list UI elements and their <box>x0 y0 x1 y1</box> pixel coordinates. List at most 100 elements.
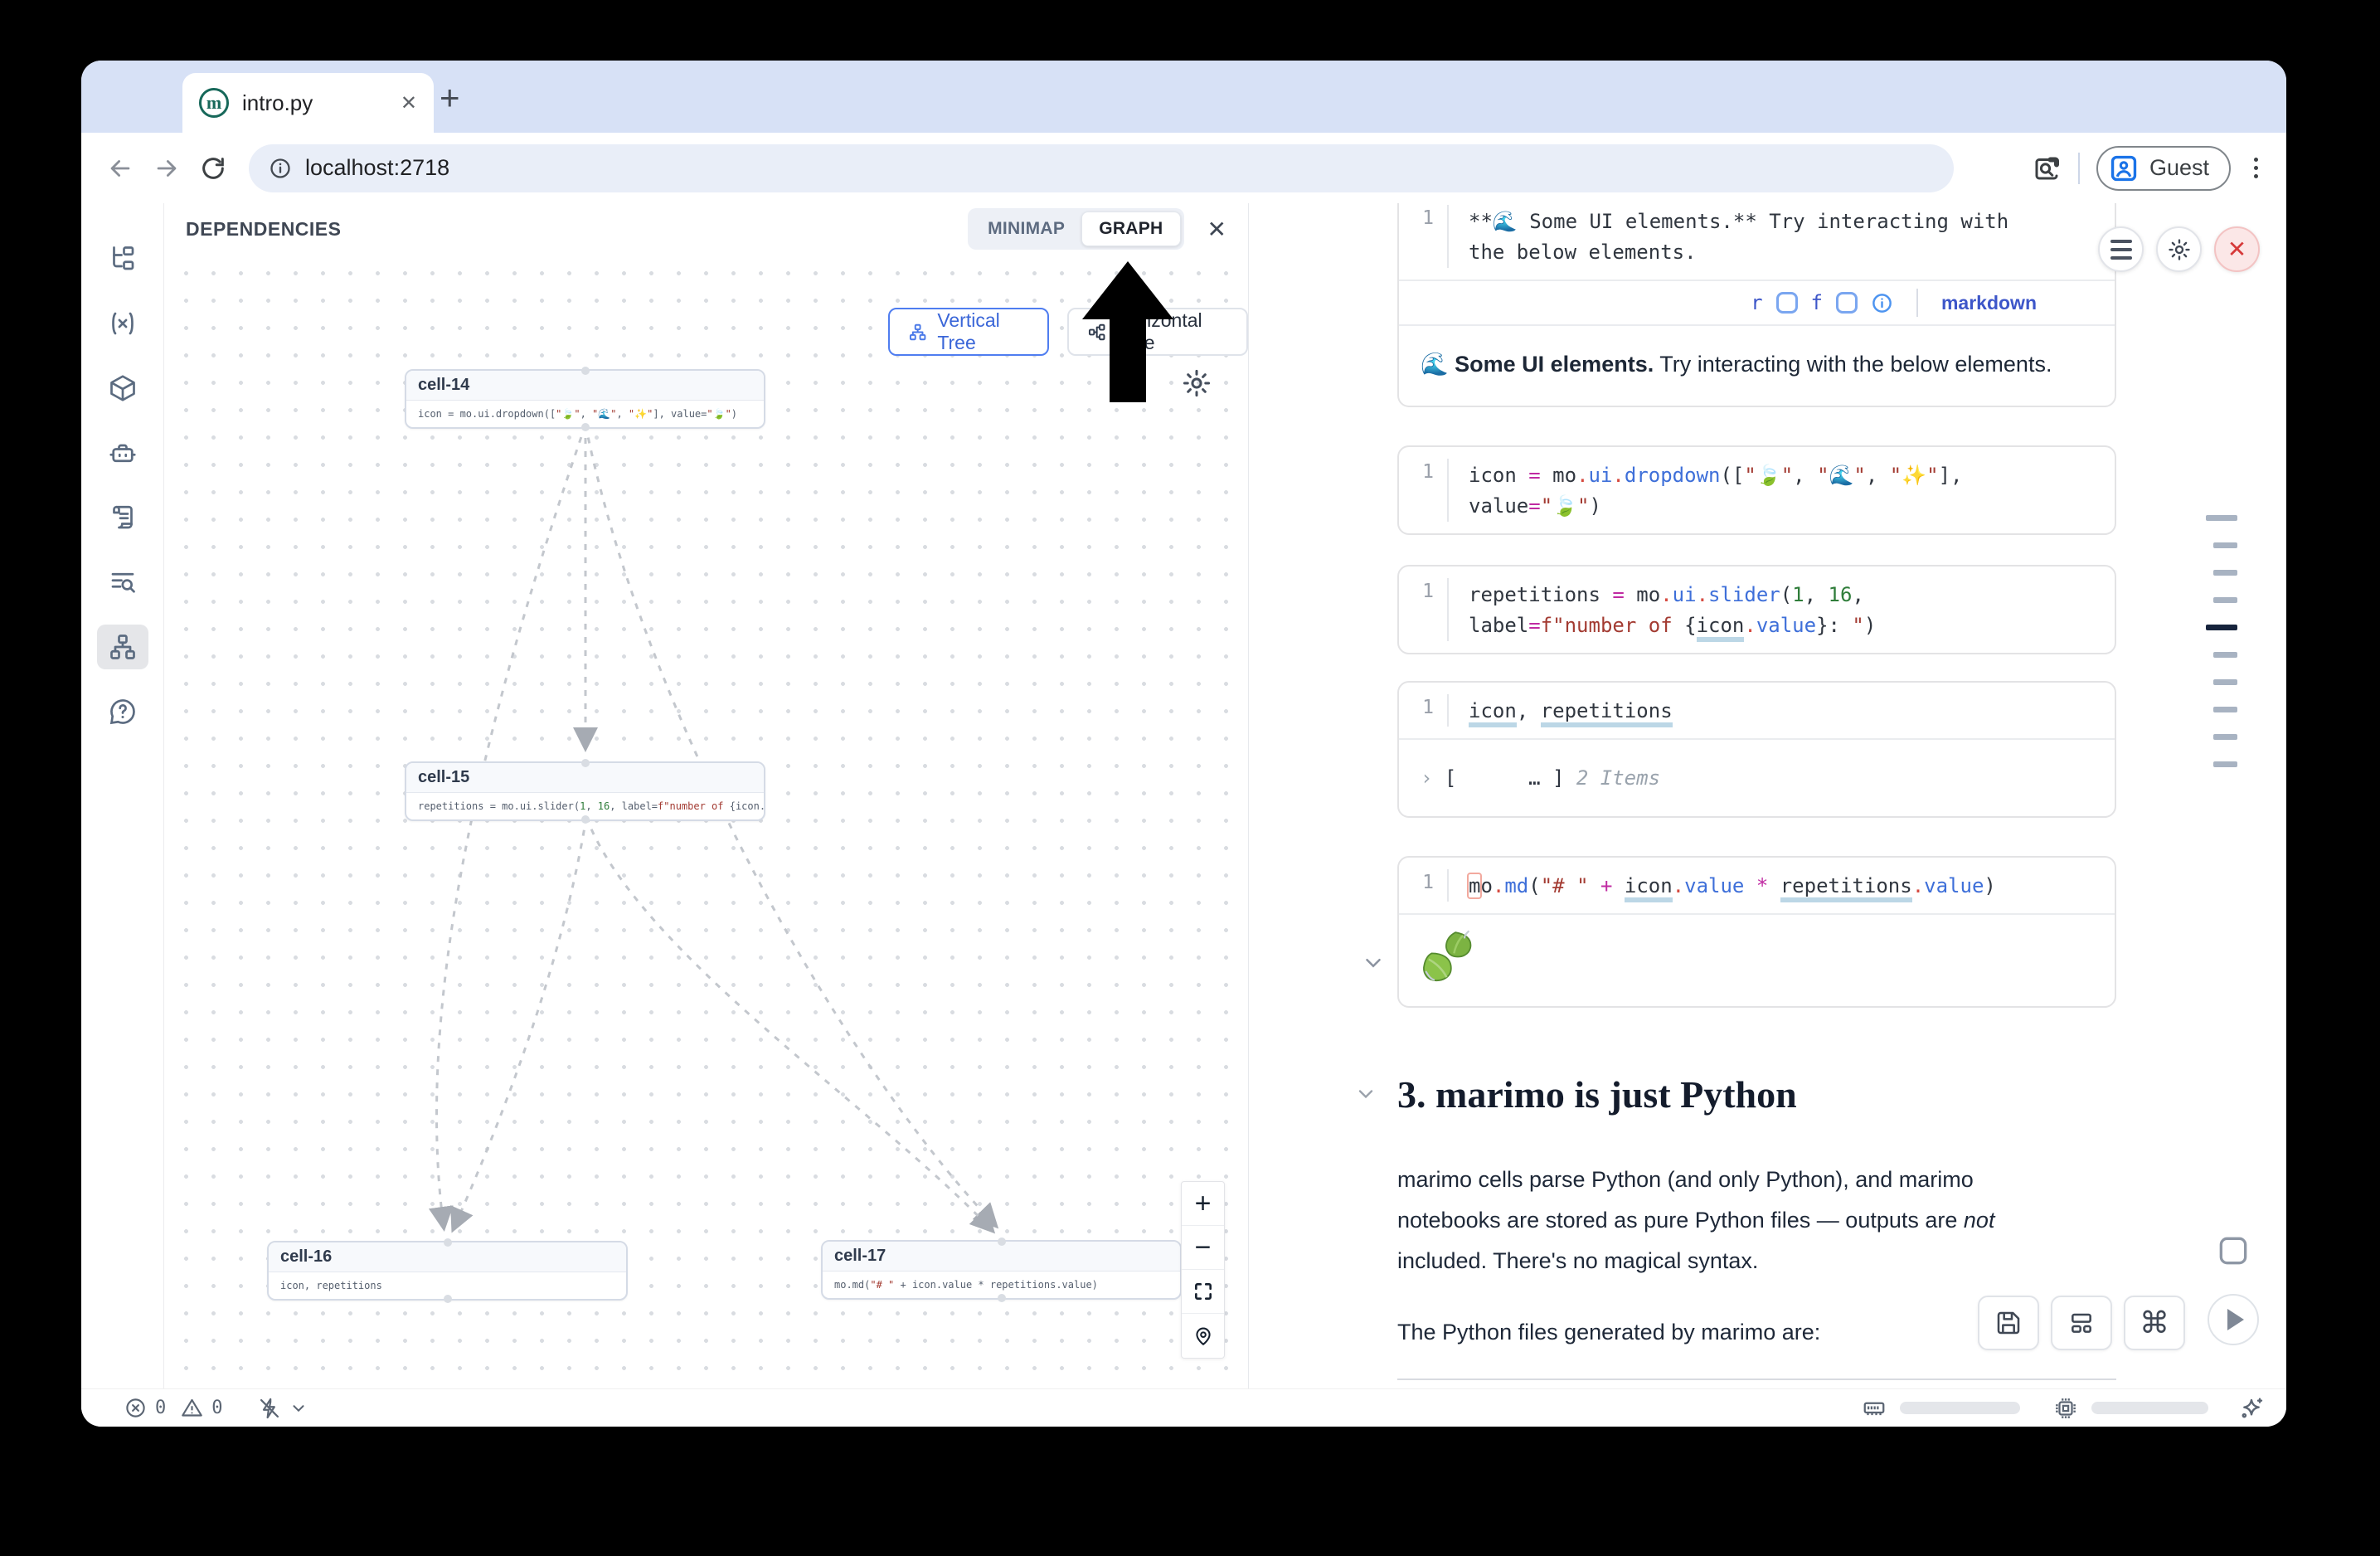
sidebar-item-file-explorer[interactable] <box>97 236 148 281</box>
shutdown-button[interactable]: ✕ <box>2214 226 2260 272</box>
center-view-button[interactable] <box>1182 1314 1224 1358</box>
error-circle-x-icon <box>124 1397 147 1419</box>
back-button[interactable] <box>103 151 138 186</box>
collapse-chevron-icon[interactable] <box>1361 951 1386 975</box>
cell-source[interactable]: **🌊 Some UI elements.** Try interacting … <box>1449 205 2025 268</box>
node-title: cell-15 <box>406 763 764 793</box>
profile-button[interactable]: Guest <box>2096 146 2231 191</box>
minimap-cell-line[interactable] <box>2206 515 2237 521</box>
fit-view-button[interactable] <box>1182 1270 1224 1314</box>
line-number: 1 <box>1399 459 1447 522</box>
list-search-icon <box>108 567 138 597</box>
minimap-cell-line[interactable] <box>2213 597 2237 603</box>
tuple-output[interactable]: › [ … ] 2 Items <box>1399 738 2115 816</box>
close-panel-icon[interactable]: ✕ <box>1207 216 1226 243</box>
browser-tab[interactable]: m intro.py ✕ <box>182 73 434 133</box>
sidebar-item-help[interactable] <box>97 689 148 734</box>
sidebar-item-dependency-graph[interactable] <box>97 625 148 669</box>
minimap-cell-line[interactable] <box>2213 707 2237 712</box>
zoom-out-button[interactable]: − <box>1182 1226 1224 1270</box>
close-icon: ✕ <box>2227 238 2246 261</box>
sidebar-item-ai-assistant[interactable] <box>97 430 148 475</box>
sidebar-item-snippets[interactable] <box>97 495 148 540</box>
minimap-cell-line[interactable] <box>2213 542 2237 548</box>
rounded-square-icon <box>2215 1233 2251 1269</box>
cell-source[interactable]: icon = mo.ui.dropdown(["🍃", "🌊", "✨"],va… <box>1449 459 1979 522</box>
notebook-menu-button[interactable] <box>2098 226 2144 272</box>
cell-source[interactable]: repetitions = mo.ui.slider(1, 16,label=f… <box>1449 578 1892 641</box>
new-tab-button[interactable]: + <box>440 80 460 115</box>
graph-node-cell-14[interactable]: cell-14 icon = mo.ui.dropdown(["🍃", "🌊",… <box>405 369 765 429</box>
cell-language-label[interactable]: markdown <box>1941 292 2037 314</box>
graph-node-cell-15[interactable]: cell-15 repetitions = mo.ui.slider(1, 16… <box>405 761 765 821</box>
cell-editor[interactable]: 1 repetitions = mo.ui.slider(1, 16,label… <box>1399 566 2115 653</box>
dependency-graph-canvas[interactable]: Vertical Tree Horizontal Tree cell-14 ic… <box>164 255 1248 1388</box>
cpu-icon <box>2053 1396 2078 1421</box>
cell-editor[interactable]: 1 mo.md("# " + icon.value * repetitions.… <box>1399 858 2115 913</box>
minimap-cell-line[interactable] <box>2213 734 2237 740</box>
tab-title: intro.py <box>242 90 387 116</box>
keyboard-shortcuts-button[interactable]: ⌘ <box>2124 1296 2185 1350</box>
sidebar-item-packages[interactable] <box>97 366 148 411</box>
reload-button[interactable] <box>196 151 231 186</box>
notebook-action-buttons: ⌘ <box>1978 1296 2185 1350</box>
minimap-cell-line[interactable] <box>2213 570 2237 576</box>
browser-menu-button[interactable] <box>2247 158 2265 178</box>
save-icon <box>1995 1310 2022 1336</box>
notebook-floating-controls: ✕ <box>2098 226 2260 272</box>
warning-counter[interactable]: 0 <box>181 1397 222 1419</box>
autorun-toggle[interactable] <box>258 1397 308 1420</box>
code-cell-dropdown[interactable]: 1 icon = mo.ui.dropdown(["🍃", "🌊", "✨"],… <box>1397 445 2116 535</box>
tab-graph[interactable]: GRAPH <box>1081 212 1180 246</box>
minimap-cell-line[interactable] <box>2206 625 2237 630</box>
app-content: DEPENDENCIES MINIMAP GRAPH ✕ <box>81 203 2286 1388</box>
sidebar-item-variables[interactable] <box>97 301 148 346</box>
graph-node-cell-17[interactable]: cell-17 mo.md("# " + icon.value * repeti… <box>821 1240 1182 1300</box>
minimap-cell-line[interactable] <box>2213 652 2237 658</box>
code-cell-tuple[interactable]: 1 icon, repetitions › [ … ] 2 Items <box>1397 681 2116 818</box>
graph-settings-button[interactable] <box>1181 367 1212 399</box>
ai-sparkle-icon[interactable] <box>2238 1395 2265 1422</box>
line-number: 1 <box>1399 205 1447 268</box>
code-cell-slider[interactable]: 1 repetitions = mo.ui.slider(1, 16,label… <box>1397 565 2116 654</box>
play-icon <box>2227 1309 2244 1330</box>
section-chevron-icon[interactable] <box>1354 1082 1377 1106</box>
address-bar[interactable]: localhost:2718 <box>249 144 1954 192</box>
cell-editor[interactable]: 1 **🌊 Some UI elements.** Try interactin… <box>1399 203 2115 280</box>
cell-source[interactable]: icon, repetitions <box>1449 694 1689 727</box>
graph-node-cell-16[interactable]: cell-16 icon, repetitions <box>267 1241 628 1301</box>
markdown-cell[interactable]: 1 **🌊 Some UI elements.** Try interactin… <box>1397 203 2116 407</box>
node-title: cell-17 <box>823 1242 1180 1272</box>
code-cell-mo-md[interactable]: 1 mo.md("# " + icon.value * repetitions.… <box>1397 856 2116 1008</box>
minimap-cell-line[interactable] <box>2213 679 2237 685</box>
site-info-icon[interactable] <box>269 157 292 180</box>
run-button[interactable] <box>2208 1294 2259 1345</box>
cell-toolbar: r f markdown <box>1399 280 2115 324</box>
tab-search-button[interactable] <box>2032 153 2062 183</box>
cell-source[interactable]: mo.md("# " + icon.value * repetitions.va… <box>1449 869 2013 902</box>
tab-close-icon[interactable]: ✕ <box>401 91 417 115</box>
layout-button[interactable] <box>2051 1296 2112 1350</box>
memory-usage-bar <box>1900 1402 2020 1414</box>
notebook-settings-button[interactable] <box>2156 226 2202 272</box>
cell-editor[interactable]: 1 icon, repetitions <box>1399 683 2115 738</box>
sidebar-item-search-logs[interactable] <box>97 560 148 605</box>
cell-editor[interactable]: 1 icon = mo.ui.dropdown(["🍃", "🌊", "✨"],… <box>1399 447 2115 533</box>
chevron-down-icon <box>289 1399 308 1417</box>
reactive-checkbox[interactable] <box>1776 292 1798 314</box>
minimap-cell-line[interactable] <box>2213 761 2237 767</box>
info-icon[interactable] <box>1871 292 1893 314</box>
file-tree-icon <box>108 244 138 274</box>
layout-icon <box>2068 1310 2095 1336</box>
save-button[interactable] <box>1978 1296 2039 1350</box>
annotation-arrow <box>1078 261 1178 402</box>
forward-button[interactable] <box>149 151 184 186</box>
error-counter[interactable]: 0 <box>124 1397 166 1419</box>
left-icon-rail <box>81 203 163 1388</box>
chrome-controls: Guest <box>2032 146 2265 191</box>
vertical-tree-button[interactable]: Vertical Tree <box>888 308 1049 356</box>
zoom-in-button[interactable]: + <box>1182 1182 1224 1226</box>
format-checkbox[interactable] <box>1836 292 1858 314</box>
app-view-toggle-button[interactable] <box>2210 1228 2256 1274</box>
tab-minimap[interactable]: MINIMAP <box>971 212 1081 246</box>
